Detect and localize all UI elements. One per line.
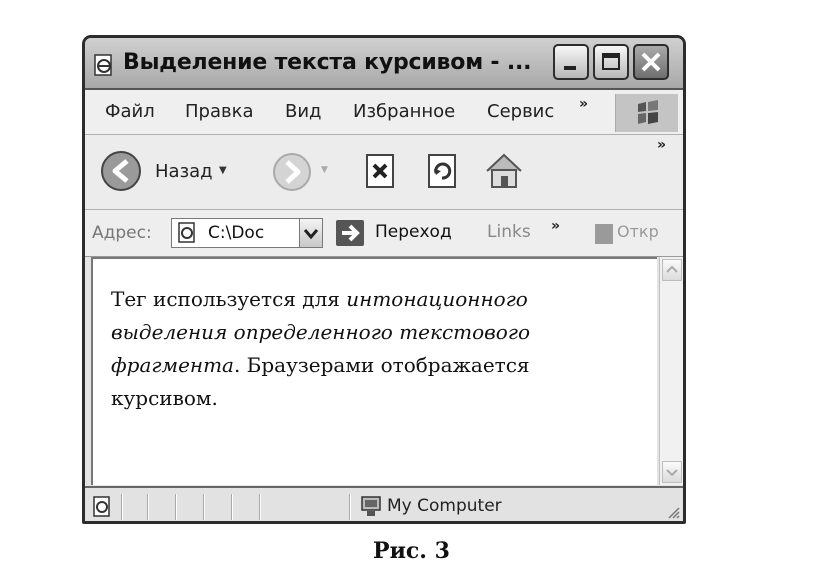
links-more-chevron[interactable]: » bbox=[551, 218, 560, 234]
address-bar: Адрес: C:\Doc Переход Links » Откр bbox=[85, 210, 683, 257]
menu-edit[interactable]: Правка bbox=[185, 101, 254, 122]
back-dropdown-icon[interactable]: ▼ bbox=[219, 165, 227, 176]
open-folder-icon bbox=[595, 224, 613, 244]
menu-favorites[interactable]: Избранное bbox=[353, 101, 455, 122]
go-button[interactable]: Переход bbox=[375, 222, 452, 242]
close-icon bbox=[641, 52, 661, 72]
maximize-icon bbox=[602, 53, 620, 70]
status-divider bbox=[349, 494, 351, 520]
menu-file[interactable]: Файл bbox=[105, 101, 155, 122]
address-dropdown-button[interactable] bbox=[299, 219, 322, 247]
window-title: Выделение текста курсивом - ... bbox=[123, 50, 532, 75]
security-zone-label: My Computer bbox=[387, 496, 502, 516]
vertical-scrollbar[interactable] bbox=[659, 257, 683, 485]
chevron-down-icon bbox=[666, 469, 678, 477]
forward-dropdown-icon: ▼ bbox=[321, 165, 328, 175]
chevron-down-icon bbox=[303, 229, 319, 240]
scroll-up-button[interactable] bbox=[662, 259, 682, 281]
open-link[interactable]: Откр bbox=[617, 222, 659, 241]
ie-page-icon bbox=[94, 54, 112, 76]
resize-grip-icon[interactable] bbox=[667, 506, 681, 520]
browser-window: Выделение текста курсивом - ... Файл Пра… bbox=[82, 35, 686, 524]
title-bar[interactable]: Выделение текста курсивом - ... bbox=[85, 38, 683, 90]
minimize-button[interactable] bbox=[553, 44, 589, 80]
back-button[interactable]: Назад ▼ bbox=[99, 149, 229, 193]
back-label: Назад bbox=[155, 161, 213, 182]
windows-logo bbox=[615, 94, 678, 132]
status-divider bbox=[259, 494, 261, 520]
menu-bar: Файл Правка Вид Избранное Сервис » bbox=[85, 90, 683, 135]
page-paragraph: Тег используется для интонационного выде… bbox=[111, 283, 627, 415]
scroll-down-button[interactable] bbox=[662, 461, 682, 483]
close-button[interactable] bbox=[633, 44, 669, 80]
stop-button[interactable] bbox=[361, 151, 401, 191]
forward-button[interactable] bbox=[271, 151, 313, 193]
refresh-button[interactable] bbox=[423, 151, 463, 191]
maximize-button[interactable] bbox=[593, 44, 629, 80]
minimize-icon bbox=[564, 66, 576, 70]
status-divider bbox=[203, 494, 205, 520]
address-input[interactable]: C:\Doc bbox=[171, 218, 323, 248]
status-divider bbox=[147, 494, 149, 520]
page-status-icon bbox=[93, 496, 110, 517]
ie-page-icon bbox=[178, 222, 195, 243]
status-bar: My Computer bbox=[85, 486, 683, 521]
paragraph-text-start: Тег используется для bbox=[111, 287, 347, 311]
menu-tools[interactable]: Сервис bbox=[487, 101, 554, 122]
status-divider bbox=[175, 494, 177, 520]
back-arrow-icon bbox=[101, 151, 141, 191]
go-arrow-icon[interactable] bbox=[335, 219, 365, 247]
status-divider bbox=[231, 494, 233, 520]
home-button[interactable] bbox=[481, 147, 527, 193]
address-label: Адрес: bbox=[92, 223, 152, 243]
menu-view[interactable]: Вид bbox=[285, 101, 322, 122]
status-divider bbox=[121, 494, 123, 520]
address-value: C:\Doc bbox=[208, 223, 265, 243]
links-button[interactable]: Links bbox=[487, 222, 531, 242]
chevron-up-icon bbox=[666, 265, 678, 273]
menu-more-chevron[interactable]: » bbox=[579, 96, 588, 112]
figure-caption: Рис. 3 bbox=[373, 538, 450, 564]
computer-icon bbox=[361, 496, 381, 516]
page-content: Тег используется для интонационного выде… bbox=[91, 257, 657, 485]
standard-toolbar: Назад ▼ ▼ » bbox=[85, 135, 683, 210]
windows-flag-icon bbox=[638, 100, 658, 124]
toolbar-more-chevron[interactable]: » bbox=[657, 137, 666, 153]
